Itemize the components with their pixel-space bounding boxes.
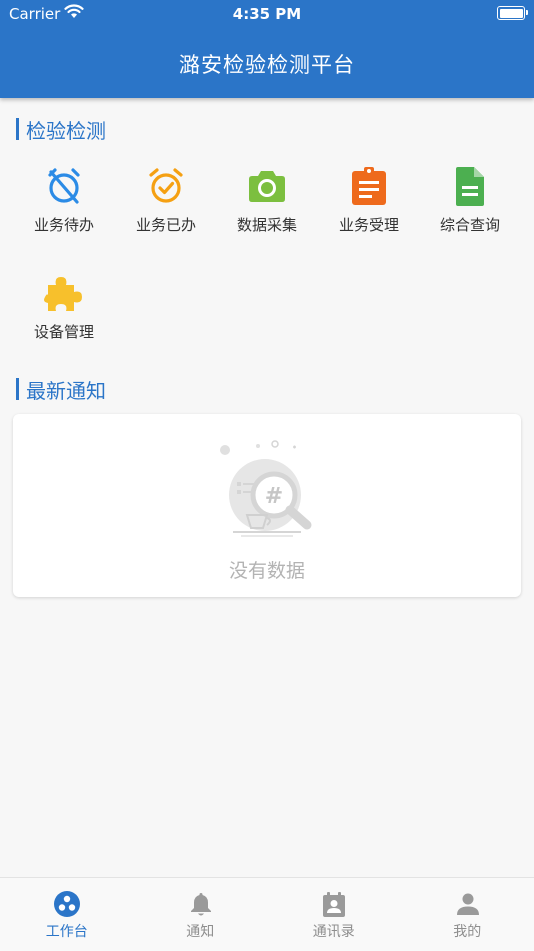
empty-state-text: 没有数据 [13,556,521,583]
grid-item-label: 数据采集 [216,214,318,235]
app-header: Carrier 4:35 PM 潞安检验检测平台 [0,0,534,98]
person-icon [454,890,482,918]
tab-label: 通知 [134,921,268,941]
tab-notifications[interactable]: 通知 [134,878,268,951]
clipboard-icon [349,166,389,206]
grid-item-accept[interactable]: 业务受理 [318,166,420,256]
puzzle-icon [44,273,84,313]
alarm-check-icon [146,166,186,206]
bell-icon [187,890,215,918]
tab-bar: 工作台 通知 通讯录 我的 [0,877,534,951]
empty-state-illustration: # [217,440,317,540]
contacts-icon [320,890,348,918]
section-title-notices: 最新通知 [16,377,106,401]
document-icon [450,166,490,206]
section-bar [16,378,19,400]
section-bar [16,118,19,140]
grid-item-label: 业务已办 [115,214,217,235]
tab-label: 工作台 [0,921,134,941]
section-title-inspection: 检验检测 [16,117,106,141]
page-title: 潞安检验检测平台 [0,49,534,79]
grid-item-device[interactable]: 设备管理 [13,273,115,363]
grid-item-done[interactable]: 业务已办 [115,166,217,256]
status-bar: Carrier 4:35 PM [0,0,534,28]
tab-workbench[interactable]: 工作台 [0,878,134,951]
camera-icon [247,166,287,206]
notice-card: # 没有数据 [13,414,521,597]
grid-item-collect[interactable]: 数据采集 [216,166,318,256]
grid-item-label: 设备管理 [13,321,115,342]
tab-label: 我的 [401,921,534,941]
svg-text:#: # [265,484,283,509]
grid-item-label: 综合查询 [419,214,521,235]
section-title-text: 最新通知 [26,375,106,404]
tab-contacts[interactable]: 通讯录 [267,878,401,951]
alarm-off-icon [44,166,84,206]
workbench-icon [53,890,81,918]
grid-item-label: 业务受理 [318,214,420,235]
grid-item-pending[interactable]: 业务待办 [13,166,115,256]
tab-profile[interactable]: 我的 [401,878,534,951]
grid-item-query[interactable]: 综合查询 [419,166,521,256]
status-time: 4:35 PM [0,5,534,23]
battery-icon [497,6,525,20]
grid-item-label: 业务待办 [13,214,115,235]
tab-label: 通讯录 [267,921,401,941]
section-title-text: 检验检测 [26,115,106,144]
